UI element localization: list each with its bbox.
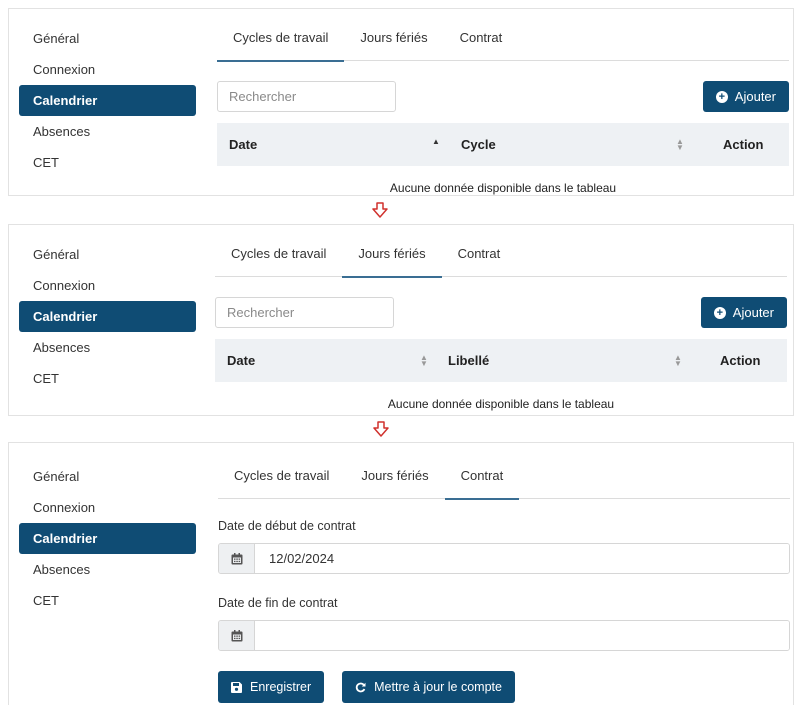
down-arrow-icon [373, 421, 389, 437]
panel-contract: Général Connexion Calendrier Absences CE… [8, 442, 794, 705]
sidebar-item-general[interactable]: Général [19, 239, 196, 270]
toolbar: + Ajouter [217, 81, 789, 125]
down-arrow-icon [372, 202, 388, 218]
sort-asc-icon[interactable]: ▲ [432, 138, 440, 146]
content: Cycles de travail Jours fériés Contrat D… [218, 461, 790, 703]
sidebar-item-cet[interactable]: CET [19, 363, 196, 394]
tab-contract[interactable]: Contrat [444, 23, 519, 61]
content: Cycles de travail Jours fériés Contrat +… [215, 239, 787, 422]
table-header: Date ▲ Cycle ▲ ▼ Action [217, 123, 789, 166]
toolbar: + Ajouter [215, 297, 787, 341]
sidebar: Général Connexion Calendrier Absences CE… [19, 239, 196, 394]
column-header-action: Action [720, 353, 761, 368]
end-date-input[interactable] [255, 621, 789, 650]
tab-contract[interactable]: Contrat [442, 239, 517, 277]
column-header-date[interactable]: Date [227, 339, 255, 382]
search-input[interactable] [217, 81, 396, 112]
start-date-input[interactable] [255, 544, 789, 573]
column-header-cycle[interactable]: Cycle [461, 123, 496, 166]
plus-circle-icon: + [715, 90, 728, 103]
sort-icon[interactable]: ▲ ▼ [674, 354, 682, 368]
sidebar-item-calendrier[interactable]: Calendrier [19, 523, 196, 554]
search-input[interactable] [215, 297, 394, 328]
end-date-field [218, 620, 790, 651]
update-account-button[interactable]: Mettre à jour le compte [342, 671, 515, 703]
sidebar-item-calendrier[interactable]: Calendrier [19, 85, 196, 116]
tab-bar: Cycles de travail Jours fériés Contrat [215, 239, 787, 278]
form-actions: Enregistrer Mettre à jour le compte [218, 671, 790, 703]
save-icon [231, 681, 242, 693]
add-button[interactable]: + Ajouter [702, 81, 789, 112]
tab-cycles[interactable]: Cycles de travail [217, 23, 345, 62]
sidebar-item-general[interactable]: Général [19, 461, 196, 492]
sidebar-item-connexion[interactable]: Connexion [19, 492, 196, 523]
add-button[interactable]: + Ajouter [700, 297, 787, 328]
plus-circle-icon: + [713, 306, 726, 319]
tab-holidays[interactable]: Jours fériés [344, 23, 443, 61]
panel-cycles: Général Connexion Calendrier Absences CE… [8, 8, 794, 196]
tab-bar: Cycles de travail Jours fériés Contrat [218, 461, 790, 500]
sidebar-item-general[interactable]: Général [19, 23, 196, 54]
table-header: Date ▲ ▼ Libellé ▲ ▼ Action [215, 339, 787, 382]
add-button-label: Ajouter [734, 89, 776, 104]
empty-table-message: Aucune donnée disponible dans le tableau [389, 181, 617, 195]
tab-holidays[interactable]: Jours fériés [342, 239, 442, 278]
sidebar-item-absences[interactable]: Absences [19, 554, 196, 585]
calendar-icon[interactable] [219, 621, 255, 650]
sidebar: Général Connexion Calendrier Absences CE… [19, 461, 196, 616]
tab-contract[interactable]: Contrat [444, 461, 520, 500]
column-header-libelle[interactable]: Libellé [448, 339, 489, 382]
panel-holidays: Général Connexion Calendrier Absences CE… [8, 224, 794, 416]
save-button[interactable]: Enregistrer [218, 671, 325, 703]
sidebar: Général Connexion Calendrier Absences CE… [19, 23, 196, 178]
sidebar-item-absences[interactable]: Absences [19, 332, 196, 363]
empty-table-message: Aucune donnée disponible dans le tableau [387, 397, 615, 411]
sidebar-item-absences[interactable]: Absences [19, 116, 196, 147]
sidebar-item-connexion[interactable]: Connexion [19, 54, 196, 85]
sort-icon[interactable]: ▲ ▼ [420, 354, 428, 368]
save-button-label: Enregistrer [250, 680, 312, 694]
start-date-field [218, 543, 790, 574]
sidebar-item-cet[interactable]: CET [19, 585, 196, 616]
start-date-label: Date de début de contrat [218, 519, 356, 533]
column-header-date[interactable]: Date [229, 123, 257, 166]
calendar-icon[interactable] [219, 544, 255, 573]
sidebar-item-connexion[interactable]: Connexion [19, 270, 196, 301]
tab-bar: Cycles de travail Jours fériés Contrat [217, 23, 789, 62]
update-account-label: Mettre à jour le compte [374, 680, 502, 694]
refresh-icon [355, 682, 366, 692]
end-date-label: Date de fin de contrat [218, 596, 338, 610]
add-button-label: Ajouter [732, 305, 774, 320]
column-header-action: Action [723, 137, 764, 152]
content: Cycles de travail Jours fériés Contrat +… [217, 23, 789, 206]
tab-holidays[interactable]: Jours fériés [345, 461, 444, 499]
sort-icon[interactable]: ▲ ▼ [676, 138, 684, 152]
tab-cycles[interactable]: Cycles de travail [215, 239, 342, 277]
sidebar-item-calendrier[interactable]: Calendrier [19, 301, 196, 332]
sidebar-item-cet[interactable]: CET [19, 147, 196, 178]
tab-cycles[interactable]: Cycles de travail [218, 461, 345, 499]
